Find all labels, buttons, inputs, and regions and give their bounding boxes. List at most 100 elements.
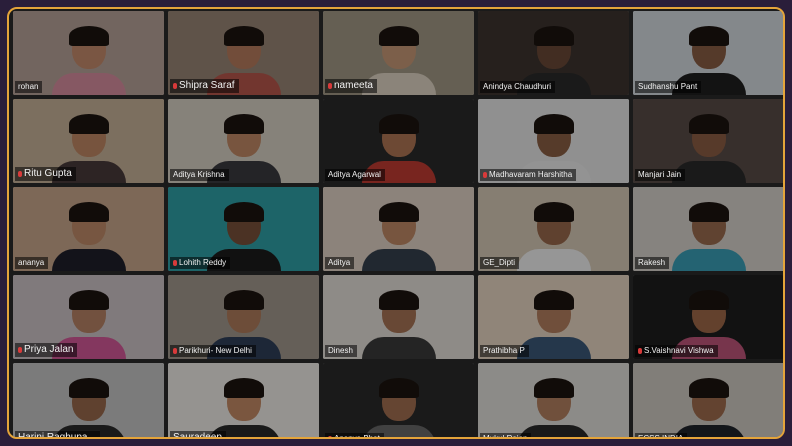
participant-hair (223, 26, 264, 47)
participant-name-label: nameeta (325, 79, 377, 93)
participant-body (51, 249, 126, 271)
participant-video-tile[interactable]: Madhavaram Harshitha (478, 99, 629, 183)
participant-name: Harini Raghupa... (18, 432, 96, 439)
participant-name-label: Aditya Agarwal (325, 169, 385, 181)
video-gallery-frame: rohan Shipra Saraf nameeta Anindya Chaudhur… (7, 7, 785, 439)
participant-name: Aditya (328, 258, 351, 267)
participant-name-label: rohan (15, 81, 43, 93)
participant-name: Dinesh (328, 346, 353, 355)
participant-video-tile[interactable]: Parikhuri- New Delhi (168, 275, 319, 359)
participant-hair (68, 26, 109, 47)
participant-name-label: Madhavaram Harshitha (480, 169, 577, 181)
muted-mic-icon (18, 171, 22, 177)
participant-name-label: Rakesh (635, 257, 670, 269)
participant-name: Sudhanshu Pant (638, 82, 698, 91)
muted-mic-icon (173, 83, 177, 89)
participant-hair (533, 290, 574, 311)
participant-name-label: Parikhuri- New Delhi (170, 345, 256, 357)
participant-hair (378, 202, 419, 223)
participant-body (671, 249, 746, 271)
participant-video-tile[interactable]: Sauradeep (168, 363, 319, 437)
muted-mic-icon (328, 83, 332, 89)
participant-body (361, 337, 436, 359)
participant-name-label: Sudhanshu Pant (635, 81, 702, 93)
participant-name-label: Lohith Reddy (170, 257, 231, 269)
participant-hair (533, 378, 574, 399)
participant-hair (688, 290, 729, 311)
participant-video-tile[interactable]: Sudhanshu Pant (633, 11, 783, 95)
participant-name-label: Ananya Bhat (325, 433, 384, 439)
participant-hair (223, 378, 264, 399)
participant-video-tile[interactable]: nameeta (323, 11, 474, 95)
participant-video-tile[interactable]: Mukul Rajan (478, 363, 629, 439)
participant-hair (533, 114, 574, 135)
participant-hair (533, 26, 574, 47)
participant-video-tile[interactable]: Aditya Agarwal (323, 99, 474, 183)
participant-grid: rohan Shipra Saraf nameeta Anindya Chaudhur… (13, 11, 783, 439)
participant-hair (68, 378, 109, 399)
participant-body (361, 249, 436, 271)
participant-hair (223, 114, 264, 135)
participant-name-label: Manjari Jain (635, 169, 686, 181)
participant-hair (688, 202, 729, 223)
participant-name: ECSS INDIA (638, 434, 684, 439)
participant-video-tile[interactable]: ECSS INDIA (633, 363, 783, 439)
muted-mic-icon (173, 348, 177, 354)
participant-hair (68, 202, 109, 223)
participant-name: Madhavaram Harshitha (489, 170, 573, 179)
participant-hair (533, 202, 574, 223)
participant-hair (68, 290, 109, 311)
participant-name: Ananya Bhat (334, 434, 380, 439)
participant-name-label: Harini Raghupa... (15, 431, 100, 439)
muted-mic-icon (173, 260, 177, 266)
participant-name-label: GE_Dipti (480, 257, 520, 269)
participant-body (51, 73, 126, 95)
participant-name: Mukul Rajan (483, 434, 528, 439)
participant-name-label: Sauradeep (170, 431, 226, 437)
participant-hair (688, 26, 729, 47)
participant-hair (223, 202, 264, 223)
participant-hair (688, 114, 729, 135)
participant-name-label: Anindya Chaudhuri (480, 81, 556, 93)
participant-hair (68, 114, 109, 135)
muted-mic-icon (328, 436, 332, 437)
participant-video-tile[interactable]: Ritu Gupta (13, 99, 164, 183)
participant-name: Ritu Gupta (24, 168, 72, 179)
participant-video-tile[interactable]: GE_Dipti (478, 187, 629, 271)
participant-video-tile[interactable]: Ananya Bhat (323, 363, 474, 439)
participant-name-label: S.Vaishnavi Vishwa (635, 345, 718, 357)
participant-name: rohan (18, 82, 39, 91)
participant-name-label: Prathibha P (480, 345, 529, 357)
participant-video-tile[interactable]: Aditya Krishna (168, 99, 319, 183)
participant-video-tile[interactable]: Dinesh (323, 275, 474, 359)
participant-name: Parikhuri- New Delhi (179, 346, 252, 355)
participant-name-label: Dinesh (325, 345, 357, 357)
participant-video-tile[interactable]: ananya (13, 187, 164, 271)
participant-video-tile[interactable]: Aditya (323, 187, 474, 271)
participant-video-tile[interactable]: S.Vaishnavi Vishwa (633, 275, 783, 359)
participant-name-label: Mukul Rajan (480, 433, 532, 439)
participant-name: Aditya Agarwal (328, 170, 381, 179)
participant-name-label: Aditya (325, 257, 355, 269)
participant-video-tile[interactable]: Harini Raghupa... (13, 363, 164, 439)
participant-name: Lohith Reddy (179, 258, 227, 267)
participant-name: Rakesh (638, 258, 666, 267)
participant-video-tile[interactable]: Priya Jalan (13, 275, 164, 359)
participant-name-label: Priya Jalan (15, 343, 78, 357)
participant-hair (378, 26, 419, 47)
participant-name: ananya (18, 258, 45, 267)
participant-video-tile[interactable]: Shipra Saraf (168, 11, 319, 95)
participant-video-tile[interactable]: Rakesh (633, 187, 783, 271)
participant-video-tile[interactable]: Lohith Reddy (168, 187, 319, 271)
participant-video-tile[interactable]: Manjari Jain (633, 99, 783, 183)
participant-video-tile[interactable]: Anindya Chaudhuri (478, 11, 629, 95)
participant-name: nameeta (334, 80, 373, 91)
participant-name: Anindya Chaudhuri (483, 82, 552, 91)
participant-video-tile[interactable]: rohan (13, 11, 164, 95)
participant-hair (223, 290, 264, 311)
participant-name-label: ECSS INDIA (635, 433, 688, 439)
participant-video-tile[interactable]: Prathibha P (478, 275, 629, 359)
participant-name: Priya Jalan (24, 344, 74, 355)
participant-name: Prathibha P (483, 346, 525, 355)
participant-name: S.Vaishnavi Vishwa (644, 346, 714, 355)
